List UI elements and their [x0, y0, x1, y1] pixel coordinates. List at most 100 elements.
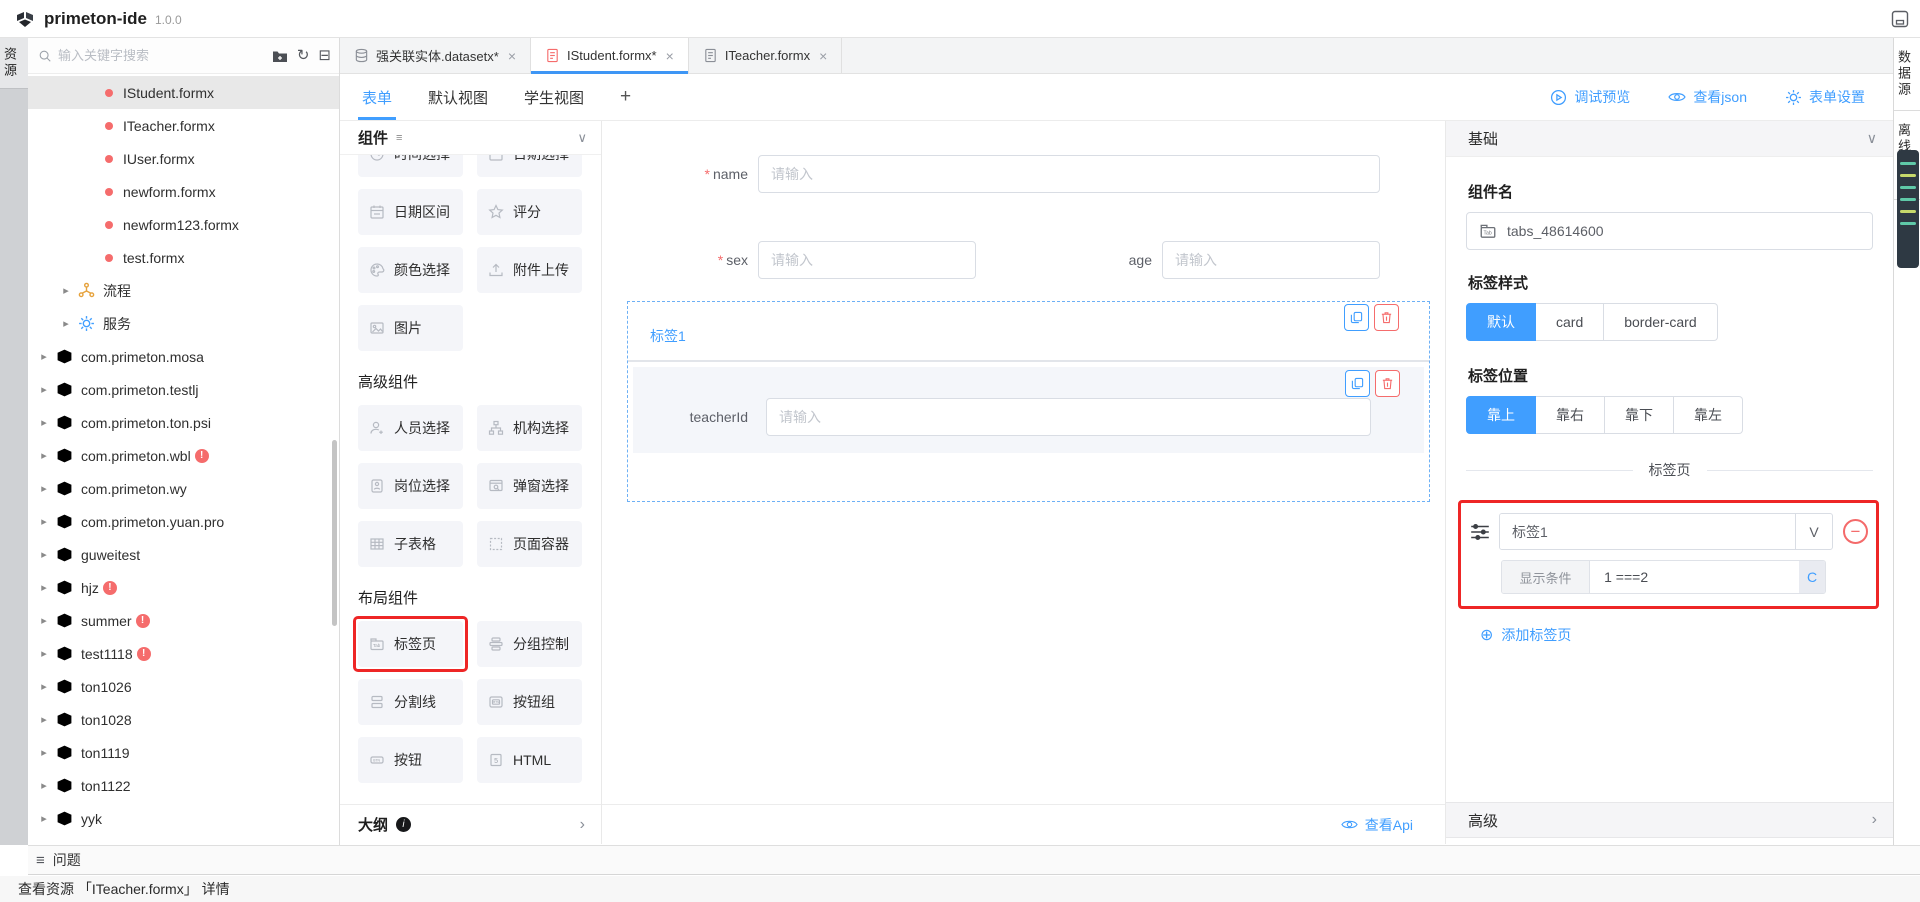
tree-item-newform-formx[interactable]: newform.formx	[28, 175, 339, 208]
palette-item-subtable[interactable]: 子表格	[358, 521, 463, 567]
age-input[interactable]	[1162, 241, 1380, 279]
palette-item-button-group[interactable]: BTN 按钮组	[477, 679, 582, 725]
expand-arrow-icon[interactable]: ▸	[60, 284, 72, 297]
problems-bar[interactable]: ≡ 问题	[28, 845, 1920, 875]
display-condition-input[interactable]	[1590, 561, 1799, 593]
close-icon[interactable]: ×	[508, 48, 516, 64]
add-tab-link[interactable]: ⊕ 添加标签页	[1480, 625, 1873, 645]
palette-item-date-picker[interactable]: 日期选择	[477, 155, 582, 177]
chevron-down-icon[interactable]: ∨	[577, 130, 587, 146]
selected-field-block[interactable]: teacherId	[633, 367, 1424, 453]
tree-item-package[interactable]: ▸test1118!	[28, 637, 339, 670]
view-api-link[interactable]: 查看Api	[1341, 815, 1413, 835]
collapse-all-icon[interactable]: ⊟	[318, 48, 331, 63]
datasource-vertical-tab[interactable]: 数据源	[1894, 38, 1920, 111]
tree-item-package[interactable]: ▸com.primeton.wbl!	[28, 439, 339, 472]
tree-item-package[interactable]: ▸ton1119	[28, 736, 339, 769]
tree-item-package[interactable]: ▸ton1026	[28, 670, 339, 703]
list-icon: ≡	[36, 852, 45, 869]
outline-footer[interactable]: 大纲 i ›	[340, 804, 601, 844]
palette-item-attachment-upload[interactable]: 附件上传	[477, 247, 582, 293]
tree-item-iuser-formx[interactable]: IUser.formx	[28, 142, 339, 175]
tab-position-left[interactable]: 靠左	[1674, 396, 1743, 434]
resources-vertical-tab[interactable]: 资源	[0, 38, 28, 89]
pinned-panel-handle[interactable]	[1897, 150, 1919, 268]
tree-item-package[interactable]: ▸hjz!	[28, 571, 339, 604]
tree-item-newform123-formx[interactable]: newform123.formx	[28, 208, 339, 241]
copy-button[interactable]	[1345, 370, 1370, 397]
delete-button[interactable]	[1374, 304, 1399, 331]
palette-item-group-control[interactable]: 分组控制	[477, 621, 582, 667]
copy-button[interactable]	[1344, 304, 1369, 331]
palette-item-page-container[interactable]: 页面容器	[477, 521, 582, 567]
tree-item-iteacher-formx[interactable]: ITeacher.formx	[28, 109, 339, 142]
palette-item-tabs[interactable]: Tab 标签页	[358, 621, 463, 667]
sidebar-scrollbar-thumb[interactable]	[332, 440, 337, 626]
validate-button[interactable]: V	[1795, 514, 1832, 549]
tree-item-istudent-formx[interactable]: IStudent.formx	[28, 76, 339, 109]
tab-position-right[interactable]: 靠右	[1536, 396, 1605, 434]
palette-item-date-range[interactable]: 日期区间	[358, 189, 463, 235]
tab-student-view[interactable]: 学生视图	[524, 74, 584, 120]
palette-item-person-picker[interactable]: 人员选择	[358, 405, 463, 451]
tab-dataset[interactable]: 强关联实体.datasetx* ×	[340, 38, 531, 73]
view-json-button[interactable]: 查看json	[1668, 87, 1747, 107]
palette-item-rating[interactable]: 评分	[477, 189, 582, 235]
sliders-icon[interactable]	[1469, 521, 1491, 543]
debug-preview-button[interactable]: 调试预览	[1550, 87, 1630, 107]
tab-style-card[interactable]: card	[1536, 303, 1604, 341]
palette-item-org-picker[interactable]: 机构选择	[477, 405, 582, 451]
teacherid-input[interactable]	[766, 398, 1371, 436]
tree-item-package[interactable]: ▸ton1122	[28, 769, 339, 802]
component-name-input[interactable]	[1507, 223, 1860, 239]
tree-item-package[interactable]: ▸yyk	[28, 802, 339, 835]
tree-item-package[interactable]: ▸guweitest	[28, 538, 339, 571]
palette-item-time-picker[interactable]: 时间选择	[358, 155, 463, 177]
new-folder-icon[interactable]	[272, 49, 288, 63]
tab-default-view[interactable]: 默认视图	[428, 74, 488, 120]
tab-name-input[interactable]	[1500, 514, 1795, 549]
canvas-tab-label[interactable]: 标签1	[628, 302, 1429, 346]
tab-iteacher-formx[interactable]: ITeacher.formx ×	[689, 38, 842, 73]
palette-item-html[interactable]: 5 HTML	[477, 737, 582, 783]
palette-item-button[interactable]: BTN 按钮	[358, 737, 463, 783]
delete-button[interactable]	[1375, 370, 1400, 397]
tab-position-bottom[interactable]: 靠下	[1605, 396, 1674, 434]
tree-item-package[interactable]: ▸com.primeton.testlj	[28, 373, 339, 406]
refresh-icon[interactable]: ↻	[297, 48, 310, 63]
palette-item-divider[interactable]: 分割线	[358, 679, 463, 725]
tree-item-package[interactable]: ▸com.primeton.wy	[28, 472, 339, 505]
tree-item-package[interactable]: ▸com.primeton.mosa	[28, 340, 339, 373]
chevron-right-icon[interactable]: ›	[580, 816, 585, 834]
search-input[interactable]	[58, 48, 272, 63]
palette-item-image[interactable]: 图片	[358, 305, 463, 351]
palette-item-dialog-picker[interactable]: 弹窗选择	[477, 463, 582, 509]
add-view-button[interactable]: +	[620, 86, 631, 108]
tabs-component[interactable]: 标签1 teacherId	[627, 301, 1430, 502]
tree-item-package[interactable]: ▸com.primeton.yuan.pro	[28, 505, 339, 538]
sex-input[interactable]	[758, 241, 976, 279]
palette-item-color-picker[interactable]: 颜色选择	[358, 247, 463, 293]
tree-item-service[interactable]: ▸ 服务	[28, 307, 339, 340]
tree-item-package[interactable]: ▸ton1028	[28, 703, 339, 736]
close-icon[interactable]: ×	[666, 48, 674, 64]
remove-tab-button[interactable]: −	[1843, 519, 1868, 544]
name-input[interactable]	[758, 155, 1380, 193]
window-panel-icon[interactable]	[1890, 9, 1910, 29]
tab-istudent-formx[interactable]: IStudent.formx* ×	[531, 38, 689, 73]
tree-item-flow[interactable]: ▸ 流程	[28, 274, 339, 307]
tab-style-border-card[interactable]: border-card	[1604, 303, 1717, 341]
close-icon[interactable]: ×	[819, 48, 827, 64]
palette-item-post-picker[interactable]: 岗位选择	[358, 463, 463, 509]
tab-form[interactable]: 表单	[362, 74, 392, 120]
tree-item-test-formx[interactable]: test.formx	[28, 241, 339, 274]
condition-editor-button[interactable]: C	[1799, 561, 1825, 593]
tree-item-package[interactable]: ▸com.primeton.ton.psi	[28, 406, 339, 439]
tree-item-package[interactable]: ▸summer!	[28, 604, 339, 637]
tab-style-default[interactable]: 默认	[1466, 303, 1536, 341]
tab-position-top[interactable]: 靠上	[1466, 396, 1536, 434]
section-basic-header[interactable]: 基础 ∨	[1446, 121, 1893, 157]
form-settings-button[interactable]: 表单设置	[1785, 87, 1865, 107]
expand-arrow-icon[interactable]: ▸	[60, 317, 72, 330]
section-advanced-header[interactable]: 高级 ›	[1446, 802, 1893, 838]
